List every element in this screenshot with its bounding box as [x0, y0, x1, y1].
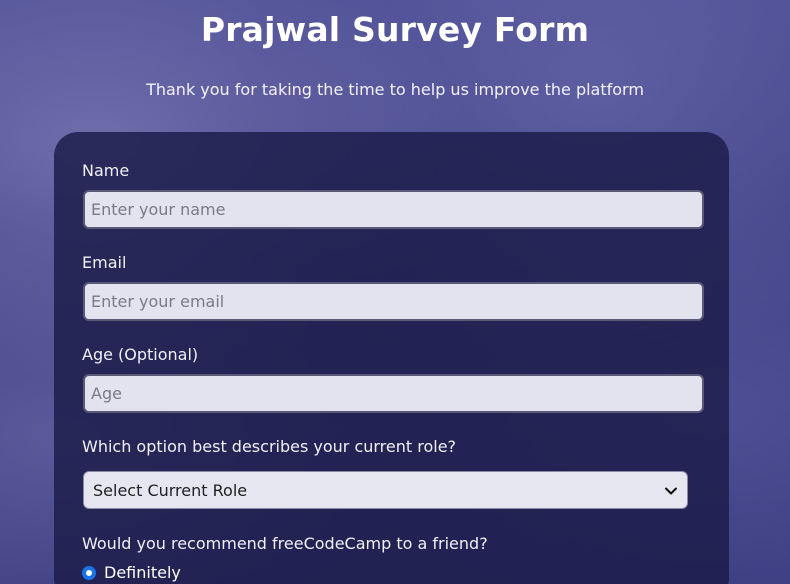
email-label: Email [82, 253, 127, 272]
radio-option-label: Definitely [104, 563, 181, 582]
role-select-value: Select Current Role [93, 480, 248, 500]
page-title: Prajwal Survey Form [200, 10, 590, 49]
name-input[interactable] [83, 190, 704, 229]
email-input[interactable] [83, 282, 704, 321]
role-label: Which option best describes your current… [82, 437, 457, 456]
name-label: Name [82, 161, 130, 180]
age-label: Age (Optional) [82, 345, 199, 364]
page-subtitle: Thank you for taking the time to help us… [146, 80, 644, 99]
chevron-down-icon [664, 483, 678, 497]
role-select[interactable]: Select Current Role [83, 471, 688, 509]
recommend-option-definitely[interactable]: Definitely [82, 563, 181, 582]
radio-button-checked[interactable] [82, 565, 96, 580]
recommend-label: Would you recommend freeCodeCamp to a fr… [82, 534, 488, 553]
age-input[interactable] [83, 374, 704, 413]
